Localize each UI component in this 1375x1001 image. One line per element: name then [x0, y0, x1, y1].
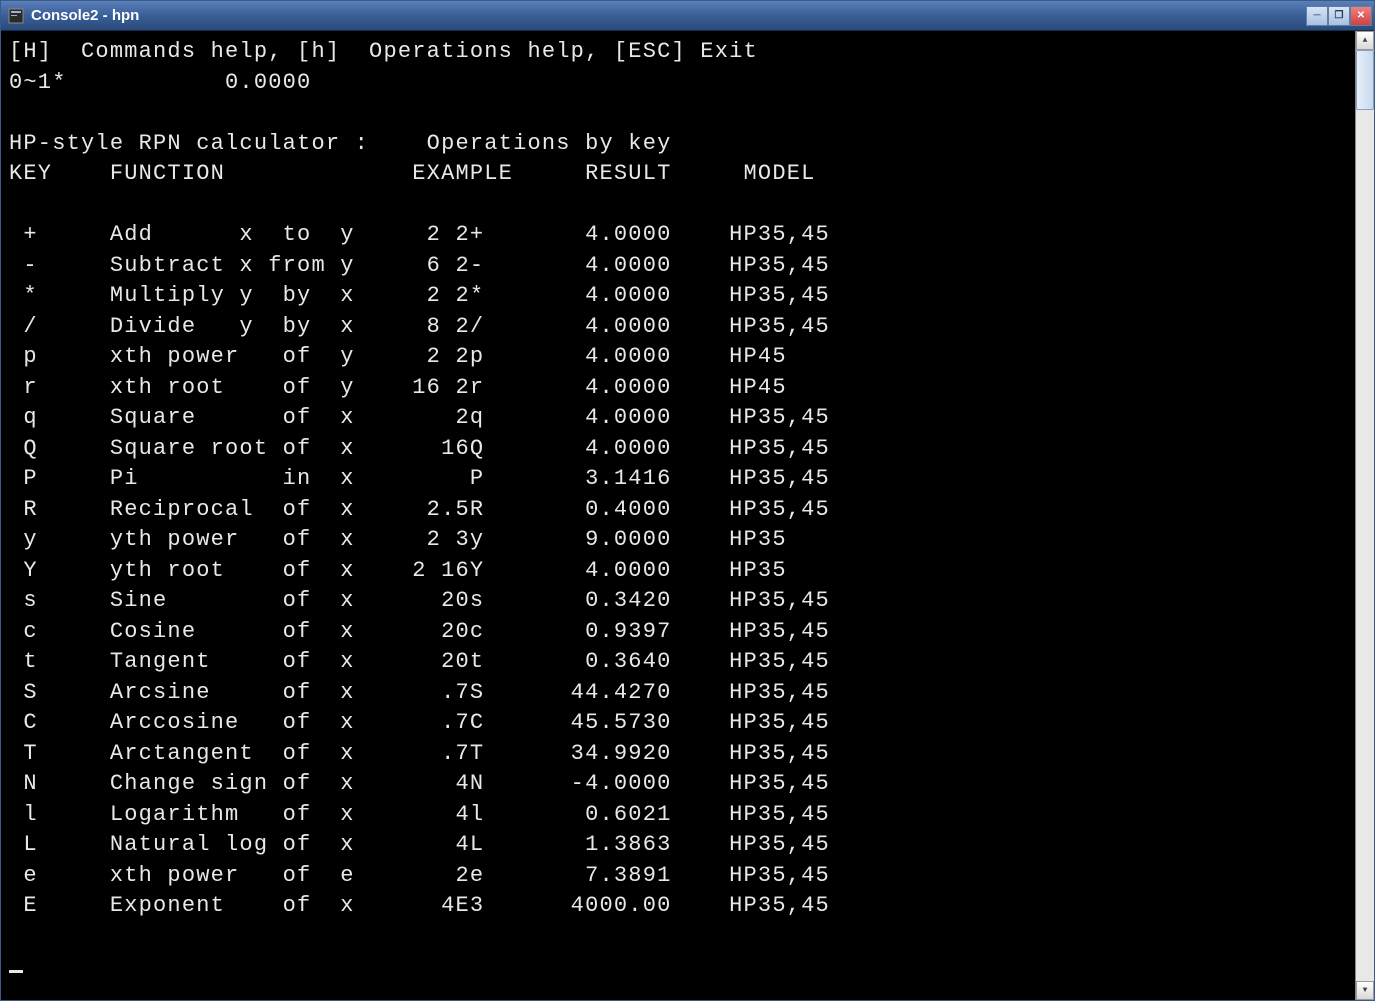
- text-cursor: [9, 970, 23, 973]
- window-title: Console2 - hpn: [31, 7, 1306, 24]
- content-area: [H] Commands help, [h] Operations help, …: [1, 31, 1374, 1000]
- scroll-track[interactable]: [1356, 50, 1374, 981]
- scroll-up-arrow[interactable]: ▲: [1356, 31, 1374, 50]
- app-window: Console2 - hpn ─ ❐ ✕ [H] Commands help, …: [0, 0, 1375, 1001]
- close-button[interactable]: ✕: [1350, 6, 1372, 26]
- scroll-thumb[interactable]: [1356, 50, 1374, 110]
- vertical-scrollbar[interactable]: ▲ ▼: [1355, 31, 1374, 1000]
- terminal-output[interactable]: [H] Commands help, [h] Operations help, …: [1, 31, 1355, 1000]
- window-controls: ─ ❐ ✕: [1306, 6, 1372, 26]
- app-icon: [7, 7, 25, 25]
- minimize-button[interactable]: ─: [1306, 6, 1328, 26]
- titlebar[interactable]: Console2 - hpn ─ ❐ ✕: [1, 1, 1374, 31]
- scroll-down-arrow[interactable]: ▼: [1356, 981, 1374, 1000]
- maximize-button[interactable]: ❐: [1328, 6, 1350, 26]
